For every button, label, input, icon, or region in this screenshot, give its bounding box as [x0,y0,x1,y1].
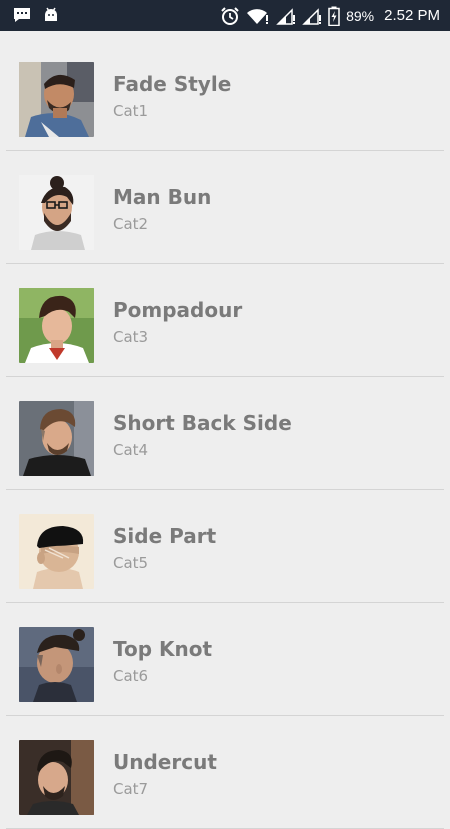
item-title: Top Knot [113,637,213,661]
list-item-fade-style[interactable]: Fade Style Cat1 [6,38,444,151]
item-subtitle: Cat3 [113,328,149,346]
top-knot-photo [19,627,94,702]
chat-notification-icon [12,6,32,24]
battery-charging-icon [328,6,340,26]
battery-percent: 89% [346,7,375,24]
side-part-photo [19,514,94,589]
item-title: Man Bun [113,185,212,209]
list-item-short-back-side[interactable]: Short Back Side Cat4 [6,377,444,490]
item-subtitle: Cat1 [113,102,149,120]
short-back-side-photo [19,401,94,476]
signal-icon [276,6,296,26]
item-subtitle: Cat4 [113,441,149,459]
undercut-photo [19,740,94,815]
list-item-side-part[interactable]: Side Part Cat5 [6,490,444,603]
list-item-top-knot[interactable]: Top Knot Cat6 [6,603,444,716]
hairstyle-list: Fade Style Cat1 Man Bun Cat2 Pompadour C… [0,31,450,829]
item-title: Short Back Side [113,411,292,435]
clock: 2.52 PM [384,7,440,24]
fade-style-photo [19,62,94,137]
wifi-icon [246,6,270,26]
item-subtitle: Cat2 [113,215,149,233]
list-item-pompadour[interactable]: Pompadour Cat3 [6,264,444,377]
item-title: Pompadour [113,298,243,322]
android-debug-icon [42,6,60,24]
item-title: Side Part [113,524,217,548]
alarm-icon [220,6,240,26]
item-subtitle: Cat5 [113,554,149,572]
item-title: Fade Style [113,72,232,96]
item-title: Undercut [113,750,217,774]
pompadour-photo [19,288,94,363]
item-subtitle: Cat7 [113,780,149,798]
status-bar: 89% 2.52 PM [0,0,450,31]
man-bun-photo [19,175,94,250]
list-item-man-bun[interactable]: Man Bun Cat2 [6,151,444,264]
signal-icon [302,6,322,26]
item-subtitle: Cat6 [113,667,149,685]
list-item-undercut[interactable]: Undercut Cat7 [6,716,444,829]
